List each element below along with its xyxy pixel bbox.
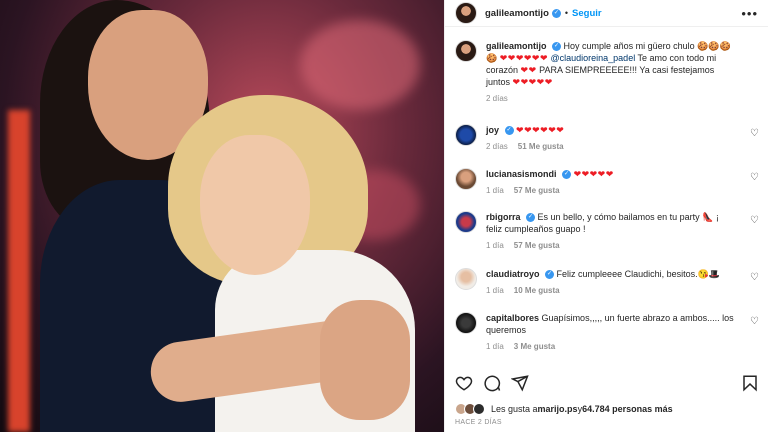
comment-username[interactable]: lucianasismondi <box>486 169 557 179</box>
liker-username[interactable]: marijo.ps <box>538 404 578 414</box>
hearts-emoji: ❤❤❤❤❤ <box>512 77 553 87</box>
avatar[interactable] <box>455 124 477 146</box>
likes-summary: Les gusta a marijo.ps y 64.784 personas … <box>455 403 673 415</box>
comment-likes[interactable]: 3 Me gusta <box>514 342 555 351</box>
comment-likes[interactable]: 57 Me gusta <box>514 186 560 195</box>
comment-icon[interactable] <box>483 374 501 392</box>
post-header: galileamontijo ✓ • Seguir ••• <box>445 0 768 27</box>
comment-username[interactable]: capitalbores <box>486 313 539 323</box>
verified-icon: ✓ <box>504 126 514 136</box>
comment-likes[interactable]: 57 Me gusta <box>514 241 560 250</box>
action-bar <box>455 372 759 394</box>
caption-time[interactable]: 2 días <box>486 94 508 103</box>
caption-text: Hoy cumple años mi güero chulo <box>563 41 695 51</box>
likes-prefix: Les gusta a <box>491 404 538 414</box>
heart-icon[interactable]: ♡ <box>750 272 759 283</box>
comment-username[interactable]: rbigorra <box>486 212 521 222</box>
comment-time[interactable]: 1 día <box>486 186 504 195</box>
comment-likes[interactable]: 10 Me gusta <box>514 286 560 295</box>
heart-icon[interactable]: ♡ <box>750 316 759 327</box>
verified-icon: ✓ <box>526 213 536 223</box>
bookmark-icon[interactable] <box>741 374 759 392</box>
comment-text: Es un bello, y cómo bailamos en tu party… <box>486 212 719 234</box>
verified-icon: ✓ <box>551 8 561 18</box>
post-date[interactable]: HACE 2 DÍAS <box>455 419 502 426</box>
comment-item: claudiatroyo ✓ Feliz cumpleeee Claudichi… <box>455 268 759 297</box>
avatar[interactable] <box>455 2 477 24</box>
heart-icon[interactable]: ♡ <box>750 172 759 183</box>
post-username[interactable]: galileamontijo <box>485 8 549 19</box>
avatar[interactable] <box>455 168 477 190</box>
caption-username[interactable]: galileamontijo <box>486 41 547 51</box>
hearts-emoji: ❤❤ <box>520 65 537 75</box>
likes-count[interactable]: 64.784 personas más <box>582 404 673 414</box>
comment-time[interactable]: 2 días <box>486 142 508 151</box>
separator-dot: • <box>564 8 569 18</box>
avatar[interactable] <box>455 268 477 290</box>
caption: galileamontijo ✓ Hoy cumple años mi güer… <box>455 40 759 105</box>
avatar[interactable] <box>455 40 477 62</box>
more-icon[interactable]: ••• <box>741 6 758 21</box>
share-icon[interactable] <box>511 374 529 392</box>
comment-username[interactable]: claudiatroyo <box>486 269 540 279</box>
liker-avatars[interactable] <box>455 403 485 415</box>
heart-icon[interactable] <box>455 374 473 392</box>
comment-item: rbigorra ✓ Es un bello, y cómo bailamos … <box>455 211 759 252</box>
comment-likes[interactable]: 51 Me gusta <box>518 142 564 151</box>
comment-time[interactable]: 1 día <box>486 241 504 250</box>
comment-item: capitalbores Guapísimos,,,,, un fuerte a… <box>455 312 759 353</box>
avatar[interactable] <box>455 312 477 334</box>
heart-icon[interactable]: ♡ <box>750 128 759 139</box>
comment-time[interactable]: 1 día <box>486 342 504 351</box>
avatar[interactable] <box>455 211 477 233</box>
hearts-emoji: ❤❤❤❤❤❤ <box>499 53 548 63</box>
post-side-panel: galileamontijo ✓ • Seguir ••• galileamon… <box>444 0 768 432</box>
post-image[interactable] <box>0 0 444 432</box>
comment-time[interactable]: 1 día <box>486 286 504 295</box>
comments-list[interactable]: galileamontijo ✓ Hoy cumple años mi güer… <box>445 28 768 362</box>
comment-text: ❤❤❤❤❤❤ <box>516 125 565 135</box>
comment-username[interactable]: joy <box>486 125 499 135</box>
comment-text: Feliz cumpleeee Claudichi, besitos.😘🎩 <box>556 269 721 279</box>
heart-icon[interactable]: ♡ <box>750 215 759 226</box>
verified-icon: ✓ <box>545 270 555 280</box>
follow-button[interactable]: Seguir <box>572 8 602 19</box>
comment-item: joy ✓ ❤❤❤❤❤❤ 2 días 51 Me gusta ♡ <box>455 124 759 153</box>
mention-link[interactable]: @claudioreina_padel <box>551 53 636 63</box>
comment-item: lucianasismondi ✓ ❤❤❤❤❤ 1 día 57 Me gusta… <box>455 168 759 197</box>
verified-icon: ✓ <box>552 42 562 52</box>
verified-icon: ✓ <box>562 170 572 180</box>
comment-text: ❤❤❤❤❤ <box>573 169 614 179</box>
